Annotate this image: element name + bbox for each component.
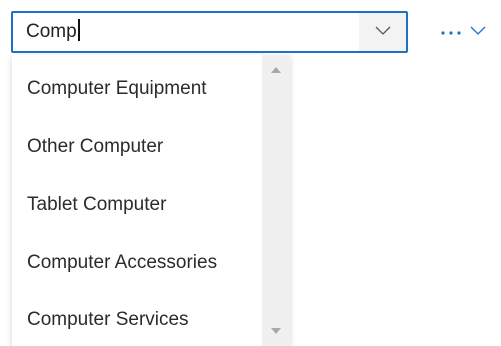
ellipsis-icon (440, 23, 464, 41)
more-actions-button[interactable] (440, 17, 486, 47)
triangle-up-icon (270, 61, 282, 79)
listbox-option[interactable]: Computer Accessories (12, 234, 262, 292)
combobox-input[interactable]: Comp (13, 13, 361, 51)
dropdown-listbox: Computer Equipment Other Computer Tablet… (12, 55, 290, 346)
chevron-down-icon (470, 23, 486, 41)
combobox-input-value: Comp (26, 21, 77, 42)
listbox-scrollbar[interactable] (262, 55, 290, 346)
chevron-down-icon (375, 23, 391, 41)
scroll-down-button[interactable] (262, 320, 290, 342)
listbox-option[interactable]: Other Computer (12, 118, 262, 176)
listbox-option[interactable]: Tablet Computer (12, 176, 262, 234)
triangle-down-icon (270, 322, 282, 340)
listbox-option[interactable]: Computer Services (12, 291, 262, 346)
listbox-option[interactable]: Computer Equipment (12, 60, 262, 118)
combobox-dropdown-button[interactable] (359, 13, 406, 51)
scroll-up-button[interactable] (262, 59, 290, 81)
text-caret (77, 19, 80, 41)
page: Comp Computer Equipment Other Computer T… (0, 0, 501, 346)
combobox[interactable]: Comp (11, 11, 408, 53)
